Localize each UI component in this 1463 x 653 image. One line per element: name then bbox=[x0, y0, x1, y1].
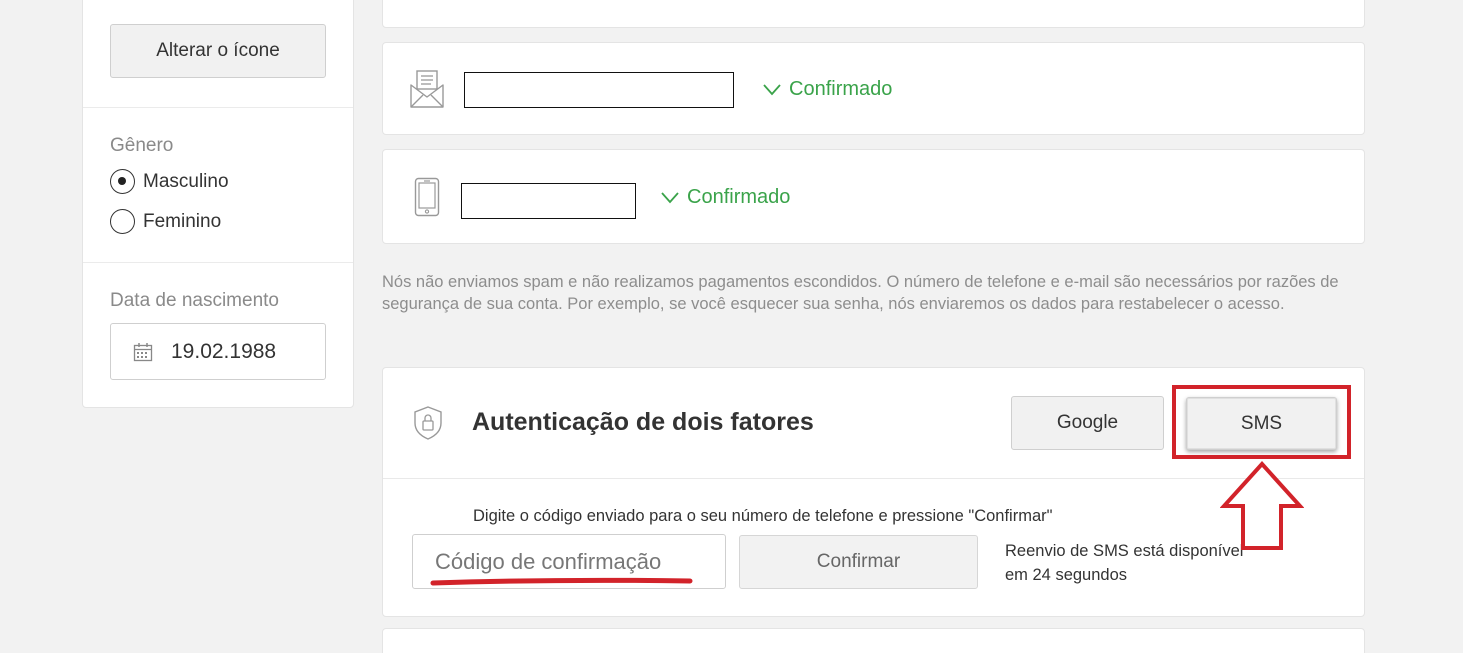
check-icon bbox=[661, 191, 679, 203]
two-factor-sms-panel: Digite o código enviado para o seu númer… bbox=[383, 478, 1364, 618]
two-factor-title: Autenticação de dois fatores bbox=[472, 408, 814, 436]
profile-card-top bbox=[382, 0, 1365, 28]
phone-confirmed-status: Confirmado bbox=[661, 186, 790, 209]
phone-value bbox=[461, 183, 636, 219]
birth-date-field[interactable]: 19.02.1988 bbox=[110, 323, 326, 380]
email-value bbox=[464, 72, 734, 108]
divider bbox=[83, 262, 353, 263]
annotation-underline bbox=[430, 574, 694, 592]
change-icon-button[interactable]: Alterar o ícone bbox=[110, 24, 326, 78]
birth-date-label: Data de nascimento bbox=[110, 290, 279, 311]
divider bbox=[83, 107, 353, 108]
smartphone-icon bbox=[414, 177, 440, 222]
email-confirmed-label: Confirmado bbox=[789, 78, 893, 100]
birth-date-value: 19.02.1988 bbox=[171, 339, 277, 363]
privacy-note: Nós não enviamos spam e não realizamos p… bbox=[382, 273, 1339, 313]
sms-resend-countdown: Reenvio de SMS está disponível em 24 seg… bbox=[1005, 542, 1244, 584]
phone-confirmed-label: Confirmado bbox=[687, 186, 791, 208]
profile-sidebar: Alterar o ícone Gênero Masculino Feminin… bbox=[82, 0, 354, 408]
phone-row: Confirmado bbox=[382, 149, 1365, 244]
check-icon bbox=[763, 83, 781, 95]
shield-lock-icon bbox=[413, 406, 443, 445]
email-row: Confirmado bbox=[382, 42, 1365, 135]
google-method-button[interactable]: Google bbox=[1011, 396, 1164, 450]
next-section-card bbox=[382, 628, 1365, 653]
envelope-icon bbox=[409, 69, 445, 114]
gender-option-male[interactable]: Masculino bbox=[110, 169, 229, 194]
radio-female[interactable] bbox=[110, 209, 135, 234]
calendar-icon bbox=[133, 342, 153, 362]
gender-label: Gênero bbox=[110, 135, 174, 156]
email-confirmed-status: Confirmado bbox=[763, 78, 892, 101]
confirm-button[interactable]: Confirmar bbox=[739, 535, 978, 589]
gender-option-label: Feminino bbox=[143, 210, 222, 232]
gender-option-label: Masculino bbox=[143, 170, 229, 192]
radio-male[interactable] bbox=[110, 169, 135, 194]
annotation-highlight-box bbox=[1172, 385, 1351, 459]
annotation-arrow-icon bbox=[1219, 460, 1305, 557]
gender-option-female[interactable]: Feminino bbox=[110, 209, 221, 234]
sms-instruction: Digite o código enviado para o seu númer… bbox=[473, 507, 1053, 525]
